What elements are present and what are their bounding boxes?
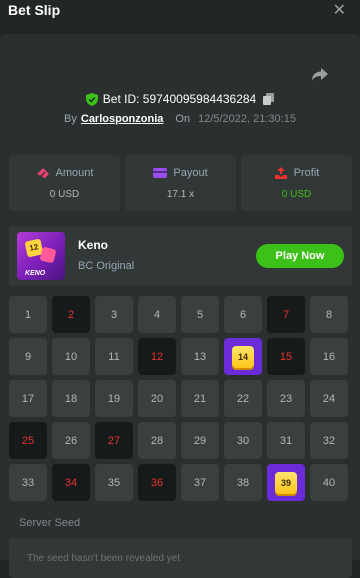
keno-cell: 19: [95, 380, 133, 417]
keno-cell: 26: [52, 422, 90, 459]
keno-number-grid: 1 2 3 4 5 6 7 8 9 10 11 12 13 14 15 16 17 18 19 20 21 22 23 24 2…: [9, 296, 352, 501]
keno-cell: 20: [138, 380, 176, 417]
keno-cell: 36: [138, 464, 176, 501]
keno-cell: 28: [138, 422, 176, 459]
keno-cell: 34: [52, 464, 90, 501]
keno-cell: 30: [224, 422, 262, 459]
keno-cell: 22: [224, 380, 262, 417]
keno-cell: 29: [181, 422, 219, 459]
game-card: 12 KENO Keno BC Original Play Now: [9, 226, 352, 286]
server-seed-label: Server Seed: [19, 517, 81, 529]
keno-cell: 21: [181, 380, 219, 417]
keno-cell: 37: [181, 464, 219, 501]
hit-gem: 39: [275, 471, 297, 494]
keno-cell: 1: [9, 296, 47, 333]
keno-cell: 16: [310, 338, 348, 375]
keno-cell: 38: [224, 464, 262, 501]
keno-cell: 4: [138, 296, 176, 333]
keno-cell: 11: [95, 338, 133, 375]
hit-gem: 14: [232, 345, 254, 368]
bet-meta-row: By Carlosponzonia On 12/5/2022, 21:30:15: [0, 111, 360, 127]
keno-cell: 25: [9, 422, 47, 459]
keno-cell: 2: [52, 296, 90, 333]
profit-value: 0 USD: [281, 188, 312, 200]
keno-cell: 32: [310, 422, 348, 459]
keno-cell: 10: [52, 338, 90, 375]
amount-card: Amount 0 USD: [9, 155, 120, 211]
keno-cell: 14: [224, 338, 262, 375]
keno-cell: 23: [267, 380, 305, 417]
copy-icon[interactable]: [263, 93, 275, 105]
thumb-caption: KENO: [25, 270, 46, 277]
keno-cell: 15: [267, 338, 305, 375]
by-label: By: [64, 113, 77, 125]
keno-cell: 17: [9, 380, 47, 417]
keno-cell: 40: [310, 464, 348, 501]
keno-cell: 39: [267, 464, 305, 501]
payout-label: Payout: [173, 166, 208, 179]
on-label: On: [175, 113, 191, 125]
payout-card: Payout 17.1 x: [125, 155, 236, 211]
keno-cell: 33: [9, 464, 47, 501]
keno-thumbnail[interactable]: 12 KENO: [17, 232, 65, 280]
profit-label: Profit: [293, 166, 320, 179]
profit-card: Profit 0 USD: [241, 155, 352, 211]
share-icon[interactable]: [310, 64, 330, 84]
keno-cell: 3: [95, 296, 133, 333]
keno-cell: 6: [224, 296, 262, 333]
keno-cell: 8: [310, 296, 348, 333]
payout-wallet-icon: [153, 167, 168, 178]
keno-cell: 18: [52, 380, 90, 417]
bet-id: Bet ID: 59740095984436284: [102, 92, 257, 106]
keno-cell: 9: [9, 338, 47, 375]
shield-check-icon: [85, 92, 98, 106]
bet-id-row: Bet ID: 59740095984436284: [0, 90, 360, 108]
keno-cell: 35: [95, 464, 133, 501]
username-link[interactable]: Carlosponzonia: [81, 113, 164, 125]
play-now-button[interactable]: Play Now: [256, 244, 344, 268]
keno-cell: 12: [138, 338, 176, 375]
amount-value: 0 USD: [49, 188, 80, 200]
amount-icon: [36, 167, 49, 178]
payout-value: 17.1 x: [166, 188, 195, 200]
keno-cell: 27: [95, 422, 133, 459]
keno-cell: 24: [310, 380, 348, 417]
keno-cell: 5: [181, 296, 219, 333]
thumb-tile: [39, 246, 57, 264]
top-bar: Bet Slip ✕: [0, 0, 360, 34]
keno-cell: 31: [267, 422, 305, 459]
keno-cell: 13: [181, 338, 219, 375]
game-name: Keno: [78, 238, 108, 252]
keno-cell: 7: [267, 296, 305, 333]
bet-datetime: 12/5/2022, 21:30:15: [198, 113, 296, 125]
close-icon[interactable]: ✕: [333, 0, 346, 20]
amount-label: Amount: [55, 166, 94, 179]
server-seed-text: The seed hasn't been revealed yet: [27, 553, 181, 564]
profit-icon: [274, 166, 287, 179]
page-title: Bet Slip: [8, 2, 61, 18]
game-provider: BC Original: [78, 260, 135, 272]
server-seed-field: The seed hasn't been revealed yet: [9, 538, 352, 578]
bet-stats: Amount 0 USD Payout 17.1 x Profit 0 USD: [9, 155, 352, 211]
